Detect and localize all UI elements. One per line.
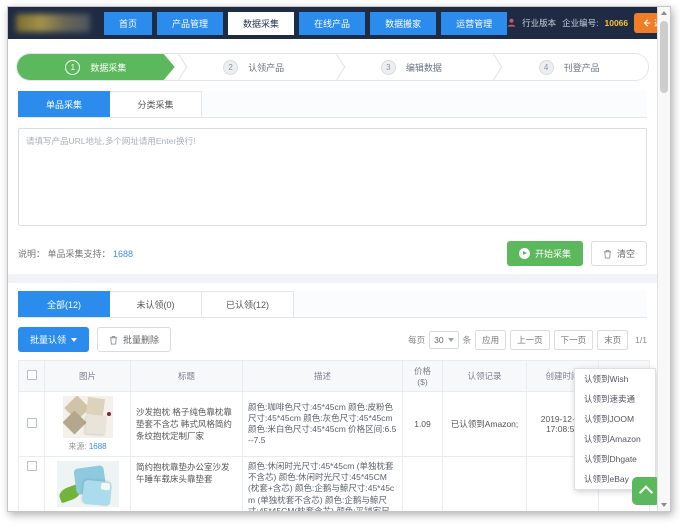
claim-dropdown-menu: 认领到Wish 认领到速卖通 认领到JOOM 认领到Amazon 认领到Dhga… bbox=[574, 368, 656, 490]
back-to-erp-button[interactable]: 返回ERP bbox=[634, 13, 657, 33]
col-header-claim-record: 认领记录 bbox=[443, 361, 527, 392]
col-header-image: 图片 bbox=[45, 361, 131, 392]
tab-unclaimed[interactable]: 未认领(0) bbox=[110, 291, 202, 317]
nav-item-data-collect[interactable]: 数据采集 bbox=[228, 12, 294, 35]
source-line: 来源: 1688 bbox=[50, 441, 125, 452]
row-checkbox[interactable] bbox=[27, 418, 37, 428]
top-navbar: 首页 产品管理 数据采集 在线产品 数据搬家 运营管理 行业版本 企业编号: 1… bbox=[8, 7, 657, 39]
claim-record: 已认领到Amazon; bbox=[443, 392, 527, 457]
per-page-unit: 条 bbox=[463, 334, 472, 346]
page-indicator: 1/1 bbox=[635, 335, 647, 345]
row-checkbox[interactable] bbox=[27, 461, 37, 471]
apply-button[interactable]: 应用 bbox=[475, 330, 506, 350]
step-edit-data: 3 编辑数据 bbox=[333, 54, 491, 80]
product-price bbox=[403, 457, 443, 512]
batch-delete-button[interactable]: 批量删除 bbox=[97, 327, 171, 352]
tab-claimed[interactable]: 已认领(12) bbox=[202, 291, 294, 317]
nav-item-data-move[interactable]: 数据搬家 bbox=[370, 12, 436, 35]
step-label: 认领产品 bbox=[248, 61, 284, 74]
product-title: 沙发抱枕 格子纯色靠枕靠垫套不含芯 韩式风格简约条纹抱枕定制厂家 bbox=[131, 392, 243, 457]
collect-results-table: 图片 标题 描述 价格 ($) 认领记录 创建时间 操作 bbox=[18, 360, 650, 511]
next-page-button[interactable]: 下一页 bbox=[554, 330, 594, 350]
clear-button[interactable]: 清空 bbox=[591, 241, 647, 266]
product-image[interactable] bbox=[63, 396, 113, 438]
scroll-down-arrow[interactable] bbox=[658, 499, 670, 511]
chevron-down-icon bbox=[448, 338, 454, 342]
nav-item-products[interactable]: 产品管理 bbox=[157, 12, 223, 35]
tab-category-collect[interactable]: 分类采集 bbox=[110, 91, 202, 117]
menu-item-claim-joom[interactable]: 认领到JOOM bbox=[575, 409, 655, 429]
step-number: 3 bbox=[381, 60, 396, 75]
product-price: 1.09 bbox=[403, 392, 443, 457]
product-title: 简约抱枕靠垫办公室沙发午睡车载床头靠垫套 bbox=[131, 457, 243, 512]
trash-icon bbox=[109, 335, 118, 345]
step-label: 编辑数据 bbox=[406, 61, 442, 74]
company-label: 企业编号: bbox=[562, 17, 598, 29]
menu-item-claim-amazon[interactable]: 认领到Amazon bbox=[575, 429, 655, 449]
scrollbar-thumb[interactable] bbox=[660, 21, 668, 93]
step-number: 4 bbox=[539, 60, 554, 75]
step-number: 1 bbox=[65, 60, 80, 75]
step-label: 刊登产品 bbox=[564, 61, 600, 74]
col-header-price: 价格 ($) bbox=[403, 361, 443, 392]
col-header-title: 标题 bbox=[131, 361, 243, 392]
nav-menu: 首页 产品管理 数据采集 在线产品 数据搬家 运营管理 bbox=[104, 12, 507, 35]
company-number: 10066 bbox=[604, 18, 628, 28]
tab-all[interactable]: 全部(12) bbox=[18, 291, 110, 317]
nav-item-operations[interactable]: 运营管理 bbox=[441, 12, 507, 35]
navbar-right: 行业版本 企业编号: 10066 返回ERP bbox=[507, 13, 657, 33]
product-url-input[interactable] bbox=[18, 128, 647, 226]
claim-record bbox=[443, 457, 527, 512]
source-1688-link[interactable]: 1688 bbox=[113, 249, 133, 259]
app-logo bbox=[16, 14, 90, 32]
per-page-label: 每页 bbox=[408, 334, 425, 346]
trash-icon bbox=[603, 249, 612, 259]
main-area: 首页 产品管理 数据采集 在线产品 数据搬家 运营管理 行业版本 企业编号: 1… bbox=[8, 7, 657, 511]
prev-page-button[interactable]: 上一页 bbox=[510, 330, 550, 350]
table-row: 来源: 1688 沙发抱枕 格子纯色靠枕靠垫套不含芯 韩式风格简约条纹抱枕定制厂… bbox=[19, 392, 650, 457]
vertical-scrollbar[interactable] bbox=[657, 7, 670, 511]
table-header-row: 图片 标题 描述 价格 ($) 认领记录 创建时间 操作 bbox=[19, 361, 650, 392]
collect-note-row: 说明： 单品采集支持： 1688 开始采集 清空 bbox=[18, 241, 647, 266]
step-number: 2 bbox=[223, 60, 238, 75]
edition-label: 行业版本 bbox=[522, 17, 556, 29]
collect-note: 说明： 单品采集支持： bbox=[18, 247, 111, 260]
pagination-controls: 每页 30 条 应用 上一页 下一页 末页 1/1 bbox=[408, 330, 647, 350]
per-page-select[interactable]: 30 bbox=[429, 331, 458, 349]
nav-item-home[interactable]: 首页 bbox=[104, 12, 152, 35]
workflow-stepper: 1 数据采集 2 认领产品 3 编辑数据 4 刊登产品 bbox=[16, 53, 649, 81]
back-to-top-button[interactable] bbox=[632, 477, 657, 505]
menu-item-claim-dhgate[interactable]: 认领到Dhgate bbox=[575, 449, 655, 469]
user-icon bbox=[507, 18, 516, 29]
source-link[interactable]: 1688 bbox=[89, 442, 107, 451]
menu-item-claim-aliexpress[interactable]: 认领到速卖通 bbox=[575, 389, 655, 409]
step-publish-product: 4 刊登产品 bbox=[490, 54, 648, 80]
table-row: 简约抱枕靠垫办公室沙发午睡车载床头靠垫套 颜色:休闲时光尺寸:45*45cm (… bbox=[19, 457, 650, 512]
app-window: 首页 产品管理 数据采集 在线产品 数据搬家 运营管理 行业版本 企业编号: 1… bbox=[7, 6, 671, 512]
play-icon bbox=[519, 248, 530, 259]
list-toolbar: 批量认领 批量删除 每页 30 条 应用 bbox=[18, 327, 647, 352]
list-tabbar: 全部(12) 未认领(0) 已认领(12) bbox=[18, 291, 647, 318]
menu-item-claim-wish[interactable]: 认领到Wish bbox=[575, 369, 655, 389]
step-data-collect: 1 数据采集 bbox=[17, 54, 175, 80]
start-collect-button[interactable]: 开始采集 bbox=[507, 241, 583, 266]
tab-single-collect[interactable]: 单品采集 bbox=[18, 91, 110, 117]
chevron-down-icon bbox=[71, 338, 77, 342]
col-header-desc: 描述 bbox=[243, 361, 403, 392]
collect-tabbar: 单品采集 分类采集 bbox=[18, 91, 647, 118]
scroll-up-arrow[interactable] bbox=[658, 7, 670, 19]
nav-item-online-products[interactable]: 在线产品 bbox=[299, 12, 365, 35]
select-all-checkbox[interactable] bbox=[27, 370, 37, 380]
section-divider bbox=[8, 274, 657, 283]
step-claim-product: 2 认领产品 bbox=[175, 54, 333, 80]
product-image[interactable] bbox=[57, 461, 119, 507]
product-desc: 颜色:咖啡色尺寸:45*45cm 颜色:皮粉色尺寸:45*45cm 颜色:灰色尺… bbox=[248, 402, 397, 447]
last-page-button[interactable]: 末页 bbox=[597, 330, 628, 350]
product-desc: 颜色:休闲时光尺寸:45*45cm (单独枕套不含芯) 颜色:休闲时光尺寸:45… bbox=[248, 461, 397, 511]
step-label: 数据采集 bbox=[90, 61, 126, 74]
back-arrow-icon bbox=[643, 19, 651, 27]
batch-claim-button[interactable]: 批量认领 bbox=[18, 327, 89, 352]
